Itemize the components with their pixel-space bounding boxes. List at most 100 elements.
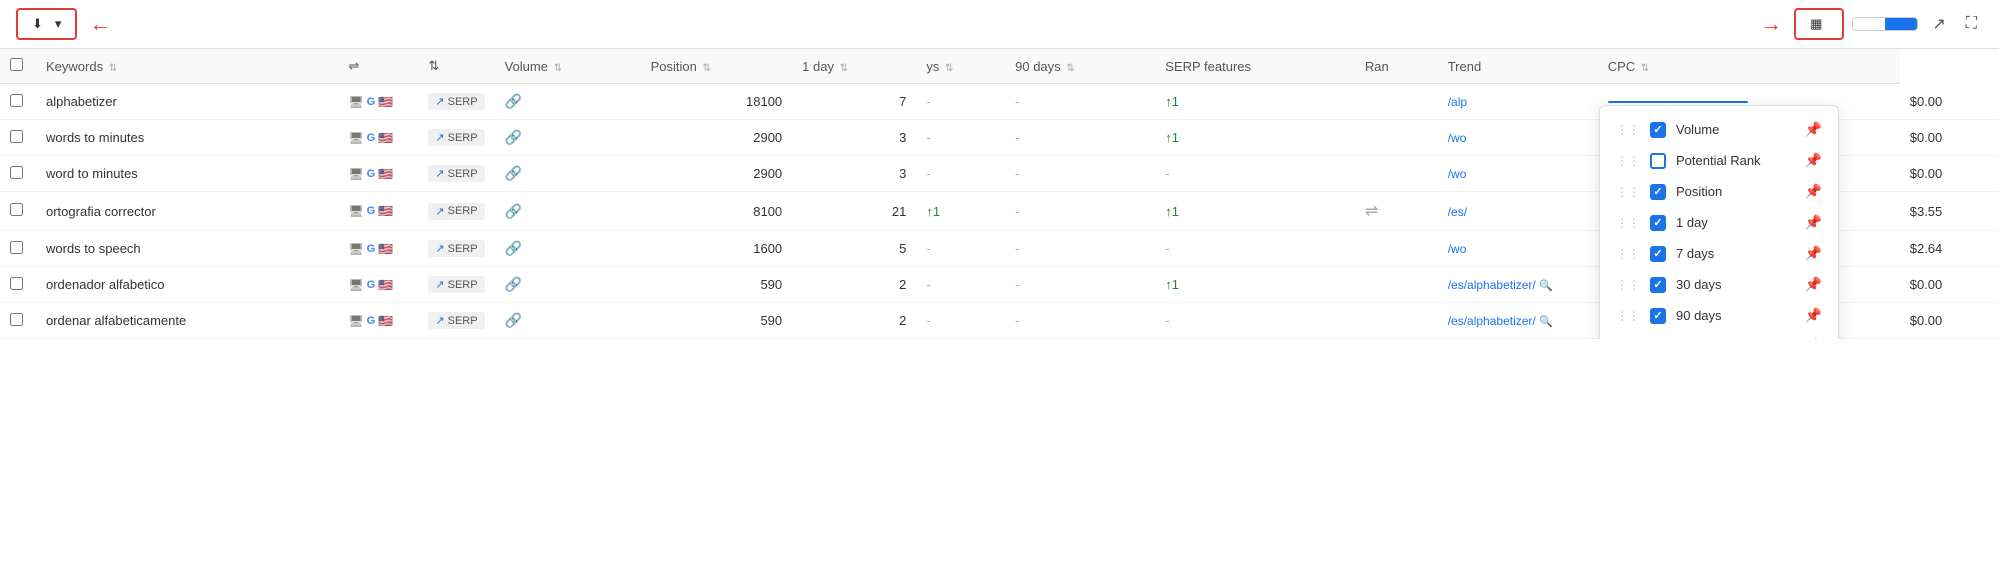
link-icon: 🔗	[505, 276, 522, 292]
pin-icon[interactable]: 📌	[1805, 152, 1822, 169]
rank-link[interactable]: /es/	[1448, 205, 1467, 219]
flag-icon: 🇺🇸	[378, 278, 393, 292]
rank-link[interactable]: /alp	[1448, 95, 1467, 109]
pin-icon[interactable]: 📌	[1805, 121, 1822, 138]
serp-badge[interactable]: ↗ SERP	[428, 93, 484, 110]
device-icons-cell: 🖥 G 🇺🇸	[338, 231, 418, 267]
view-toggle	[1852, 17, 1918, 31]
dropdown-item-volume[interactable]: ⋮⋮ ✓ Volume 📌	[1600, 114, 1838, 145]
dropdown-checkbox[interactable]	[1650, 153, 1666, 169]
dropdown-item-1-day[interactable]: ⋮⋮ ✓ 1 day 📌	[1600, 207, 1838, 238]
row-checkbox[interactable]	[10, 166, 23, 179]
row-checkbox[interactable]	[10, 277, 23, 290]
trend-icon-button[interactable]: ↗	[1926, 10, 1951, 38]
trend-serp-icon: ↗	[435, 314, 444, 327]
link-icon: 🔗	[505, 203, 522, 219]
serp-badge[interactable]: ↗ SERP	[428, 312, 484, 329]
link-cell: 🔗	[495, 267, 641, 303]
day1-cell: -	[916, 267, 1005, 303]
keyword-cell: ortografia corrector	[36, 192, 338, 231]
volume-cell: 590	[641, 303, 793, 339]
volume-cell: 18100	[641, 84, 793, 120]
volume-cell: 1600	[641, 231, 793, 267]
export-button[interactable]: ⬇ ▾	[16, 8, 77, 40]
serp-label: SERP	[448, 243, 478, 255]
serp-label: SERP	[448, 279, 478, 291]
dropdown-item-90-days[interactable]: ⋮⋮ ✓ 90 days 📌	[1600, 300, 1838, 331]
col-keywords: Keywords ⇅	[36, 49, 338, 84]
link-icon: 🔗	[505, 240, 522, 256]
dropdown-checkbox[interactable]: ✓	[1650, 246, 1666, 262]
serp-cell: ↗ SERP	[418, 156, 494, 192]
desktop-icon: 🖥	[348, 204, 363, 218]
export-dropdown-icon: ▾	[55, 16, 62, 32]
pin-icon[interactable]: 📌	[1805, 338, 1822, 339]
search-icon: 🔍	[1539, 316, 1553, 328]
position-cell: 2	[792, 303, 916, 339]
device-icons-cell: 🖥 G 🇺🇸	[338, 120, 418, 156]
cpc-cell: $0.00	[1900, 267, 1999, 303]
flag-icon: 🇺🇸	[378, 95, 393, 109]
dropdown-checkbox[interactable]: ✓	[1650, 215, 1666, 231]
row-checkbox[interactable]	[10, 203, 23, 216]
dropdown-item-position[interactable]: ⋮⋮ ✓ Position 📌	[1600, 176, 1838, 207]
position-cell: 7	[792, 84, 916, 120]
flag-icon: 🇺🇸	[378, 167, 393, 181]
rank-link[interactable]: /es/alphabetizer/	[1448, 278, 1536, 292]
dropdown-checkbox[interactable]: ✓	[1650, 308, 1666, 324]
expand-icon-button[interactable]: ⛶	[1960, 11, 1983, 37]
pin-icon[interactable]: 📌	[1805, 214, 1822, 231]
serp-badge[interactable]: ↗ SERP	[428, 129, 484, 146]
rank-cell: /es/	[1438, 192, 1598, 231]
dropdown-checkbox[interactable]: ✓	[1650, 277, 1666, 293]
serp-badge[interactable]: ↗ SERP	[428, 165, 484, 182]
col-position: Position ⇅	[641, 49, 793, 84]
drag-handle: ⋮⋮	[1616, 154, 1640, 168]
rank-link[interactable]: /wo	[1448, 167, 1467, 181]
google-icon: G	[367, 279, 376, 291]
link-cell: 🔗	[495, 156, 641, 192]
flag-icon: 🇺🇸	[378, 204, 393, 218]
dropdown-checkbox[interactable]	[1650, 339, 1666, 340]
link-cell: 🔗	[495, 303, 641, 339]
manage-columns-button[interactable]: ▦	[1794, 8, 1844, 40]
pin-icon[interactable]: 📌	[1805, 245, 1822, 262]
row-checkbox[interactable]	[10, 94, 23, 107]
dropdown-item-label: 7 days	[1676, 246, 1714, 261]
pin-icon[interactable]: 📌	[1805, 183, 1822, 200]
advanced-view-button[interactable]	[1885, 18, 1917, 30]
col-1day: 1 day ⇅	[792, 49, 916, 84]
pin-icon[interactable]: 📌	[1805, 276, 1822, 293]
dropdown-item-7-days[interactable]: ⋮⋮ ✓ 7 days 📌	[1600, 238, 1838, 269]
pin-icon[interactable]: 📌	[1805, 307, 1822, 324]
dropdown-item-potential-rank[interactable]: ⋮⋮ Potential Rank 📌	[1600, 145, 1838, 176]
trend-line	[1608, 101, 1748, 103]
basic-view-button[interactable]	[1853, 18, 1885, 30]
dropdown-checkbox[interactable]: ✓	[1650, 122, 1666, 138]
position-cell: 3	[792, 120, 916, 156]
serp-badge[interactable]: ↗ SERP	[428, 240, 484, 257]
serp-label: SERP	[448, 205, 478, 217]
serp-features-cell	[1355, 231, 1438, 267]
link-cell: 🔗	[495, 231, 641, 267]
rank-link[interactable]: /wo	[1448, 242, 1467, 256]
position-cell: 21	[792, 192, 916, 231]
serp-badge[interactable]: ↗ SERP	[428, 203, 484, 220]
select-all-checkbox[interactable]	[10, 58, 23, 71]
row-checkbox[interactable]	[10, 130, 23, 143]
col-trend: Trend	[1438, 49, 1598, 84]
dropdown-checkbox[interactable]: ✓	[1650, 184, 1666, 200]
drag-handle: ⋮⋮	[1616, 309, 1640, 323]
serp-cell: ↗ SERP	[418, 84, 494, 120]
device-icons-cell: 🖥 G 🇺🇸	[338, 156, 418, 192]
dropdown-item-30-days[interactable]: ⋮⋮ ✓ 30 days 📌	[1600, 269, 1838, 300]
row-checkbox[interactable]	[10, 241, 23, 254]
rank-link[interactable]: /wo	[1448, 131, 1467, 145]
row-checkbox[interactable]	[10, 313, 23, 326]
dropdown-item-all-time[interactable]: ⋮⋮ All Time 📌	[1600, 331, 1838, 339]
rank-link[interactable]: /es/alphabetizer/	[1448, 314, 1536, 328]
serp-badge[interactable]: ↗ SERP	[428, 276, 484, 293]
flag-icon: 🇺🇸	[378, 314, 393, 328]
drag-handle: ⋮⋮	[1616, 278, 1640, 292]
day90-cell: ↑1	[1155, 192, 1355, 231]
